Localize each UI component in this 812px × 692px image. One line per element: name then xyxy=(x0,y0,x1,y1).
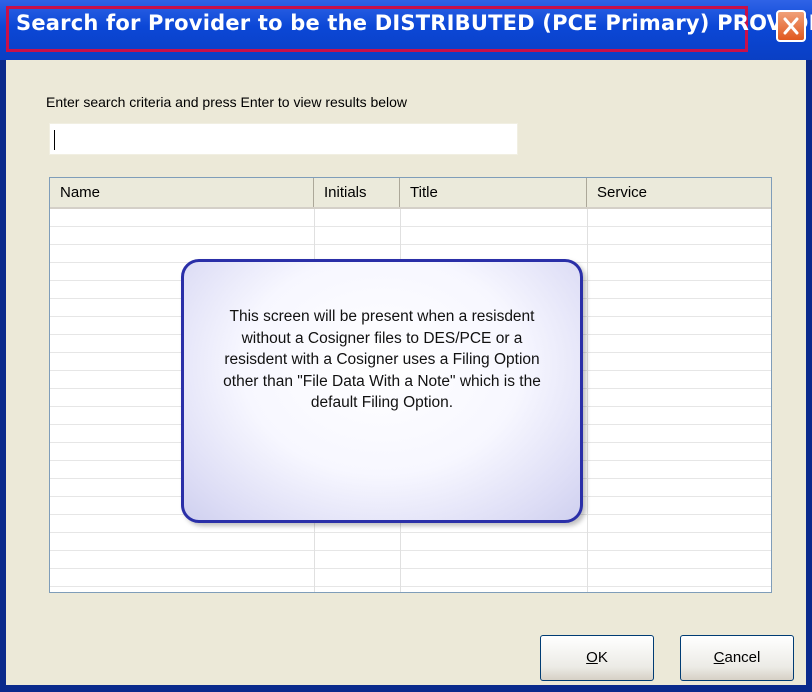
ok-button[interactable]: OK xyxy=(540,635,654,681)
column-header-name[interactable]: Name xyxy=(50,178,314,207)
annotation-callout: This screen will be present when a resis… xyxy=(181,259,583,523)
search-prompt-label: Enter search criteria and press Enter to… xyxy=(46,94,408,110)
column-divider xyxy=(587,209,588,592)
cancel-label-rest: ancel xyxy=(724,649,761,666)
search-input[interactable] xyxy=(49,123,518,155)
close-button[interactable] xyxy=(776,10,806,42)
column-header-service[interactable]: Service xyxy=(587,178,771,207)
window-title: Search for Provider to be the DISTRIBUTE… xyxy=(16,11,812,35)
close-x-icon xyxy=(783,17,799,35)
ok-label-rest: K xyxy=(597,649,608,666)
title-bar[interactable]: Search for Provider to be the DISTRIBUTE… xyxy=(0,0,812,60)
cancel-button[interactable]: Cancel xyxy=(680,635,794,681)
column-header-initials[interactable]: Initials xyxy=(314,178,400,207)
ok-mnemonic: O xyxy=(586,649,598,666)
callout-text: This screen will be present when a resis… xyxy=(223,308,541,411)
column-header-title[interactable]: Title xyxy=(400,178,587,207)
cancel-mnemonic: C xyxy=(713,649,725,666)
text-caret xyxy=(54,130,55,150)
results-header: Name Initials Title Service xyxy=(50,178,771,209)
